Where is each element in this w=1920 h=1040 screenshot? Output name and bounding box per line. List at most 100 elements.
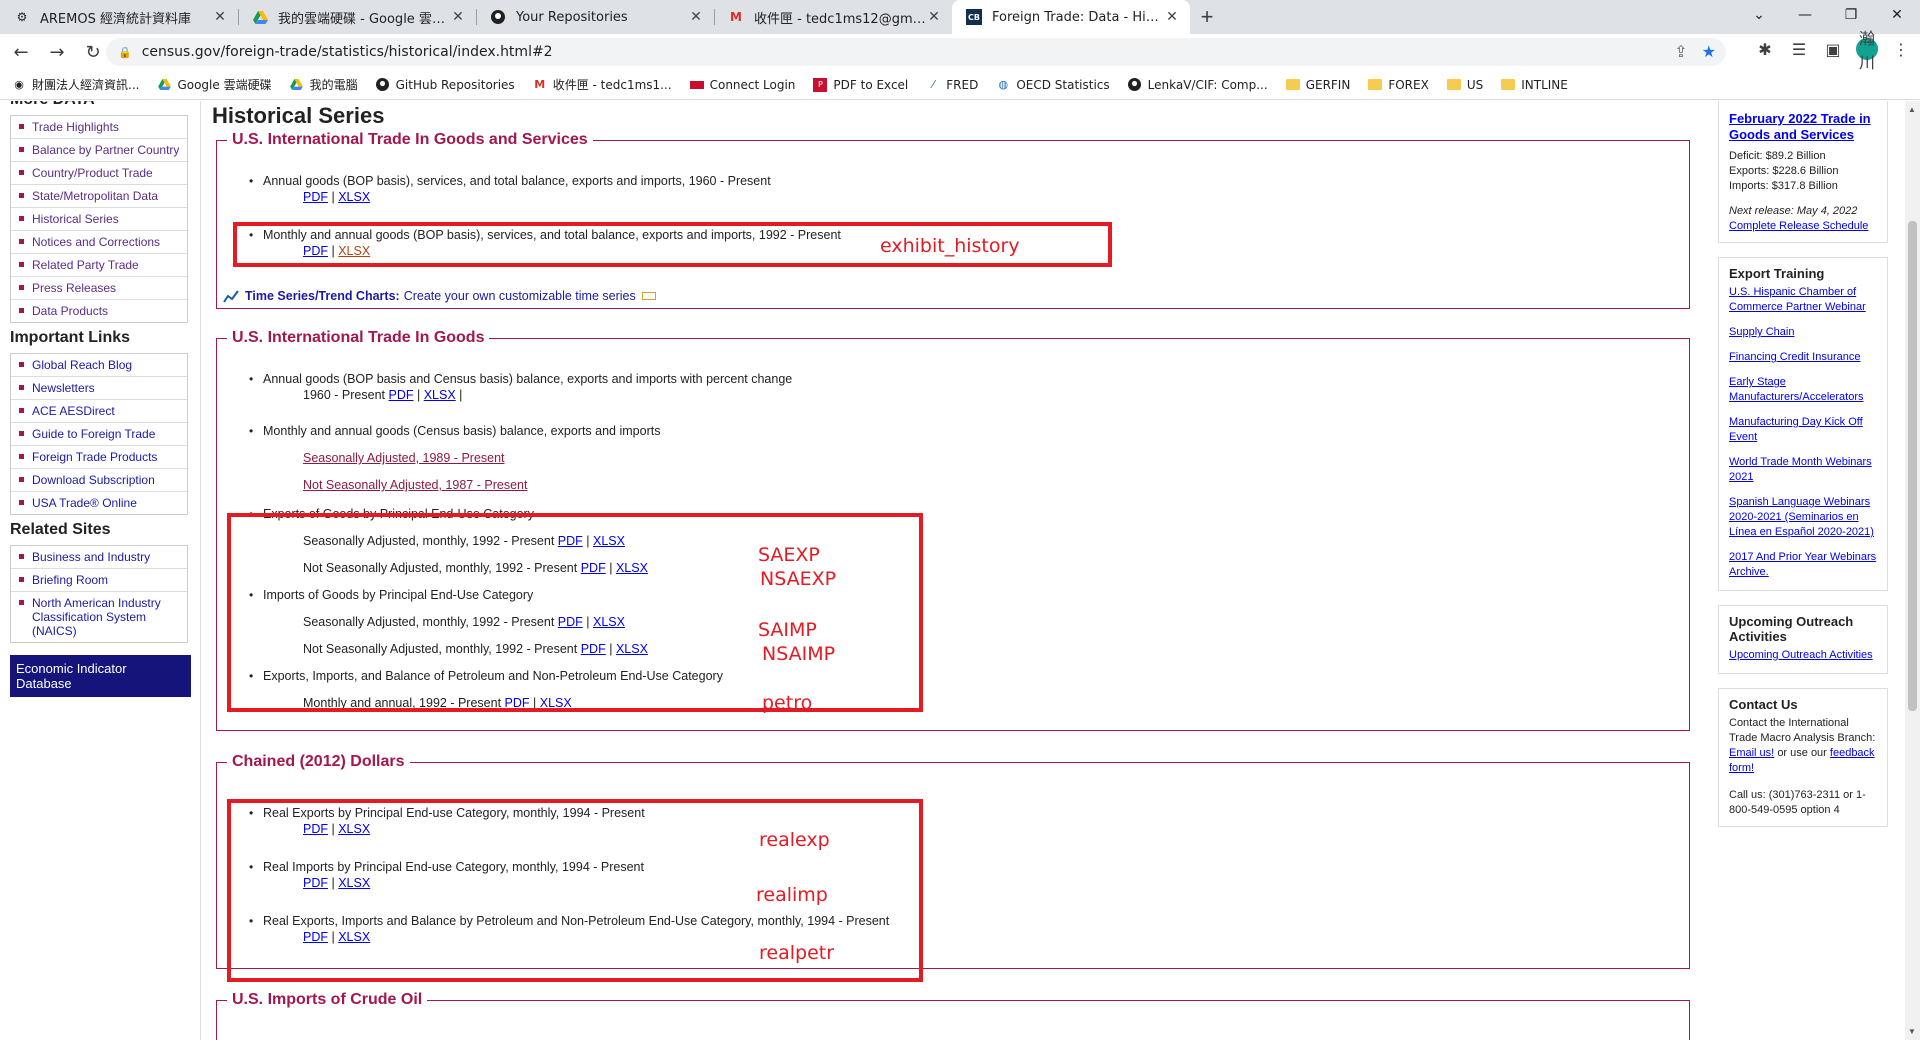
bookmark-star-icon[interactable]: ★ [1702,42,1716,62]
tab-foreign-trade[interactable]: CB Foreign Trade: Data - Historical ✕ [952,0,1190,34]
sidebar-item[interactable]: North American Industry Classification S… [11,592,187,642]
bookmark-item[interactable]: GitHub Repositories [376,78,515,92]
training-link[interactable]: Manufacturing Day Kick Off Event [1729,415,1877,445]
reading-list-icon[interactable]: ☰ [1788,40,1810,59]
bookmark-item[interactable]: M 收件匣 - tedc1ms1... [533,76,671,93]
sidebar-item[interactable]: Guide to Foreign Trade [11,423,187,446]
bookmark-item[interactable]: P PDF to Excel [813,77,908,92]
list-item: Annual goods (BOP basis and Census basis… [217,371,1689,387]
sidebar-item[interactable]: ACE AESDirect [11,400,187,423]
sidebar-item[interactable]: Historical Series [11,208,187,231]
tab-search-icon[interactable]: ⌄ [1736,0,1782,30]
bullet-icon [19,477,24,482]
bullet-icon [19,216,24,221]
close-icon[interactable]: ✕ [1164,9,1180,25]
pdf-link[interactable]: PDF [303,190,328,204]
annotation-label: petro [762,692,813,714]
sidebar-item[interactable]: USA Trade® Online [11,492,187,514]
menu-icon[interactable]: ⋮ [1890,40,1912,59]
address-bar[interactable]: 🔒 census.gov/foreign-trade/statistics/hi… [106,38,1726,66]
bookmark-folder[interactable]: US [1446,78,1483,92]
training-link[interactable]: Financing Credit Insurance [1729,350,1877,365]
sidebar-item[interactable]: Briefing Room [11,569,187,592]
sidebar-item[interactable]: State/Metropolitan Data [11,185,187,208]
close-icon[interactable]: ✕ [212,9,228,25]
tab-gmail[interactable]: M 收件匣 - tedc1ms12@gmail.com ✕ [714,0,952,34]
close-window-icon[interactable]: ✕ [1874,0,1920,30]
census-icon: CB [966,9,982,25]
sidebar-item[interactable]: Business and Industry [11,546,187,569]
bookmark-item[interactable]: ⁄ FRED [926,78,978,92]
avatar[interactable]: 瀚川 [1856,29,1878,72]
training-link[interactable]: 2017 And Prior Year Webinars Archive. [1729,550,1877,580]
sidebar-item[interactable]: Global Reach Blog [11,354,187,377]
share-icon[interactable]: ⇪ [1674,42,1687,62]
bookmark-folder[interactable]: GERFIN [1285,78,1350,92]
sidebar-item[interactable]: Press Releases [11,277,187,300]
sidebar-item[interactable]: Notices and Corrections [11,231,187,254]
sidebar-item[interactable]: Balance by Partner Country [11,139,187,162]
back-icon[interactable]: ← [6,37,36,67]
sidebar-item[interactable]: Foreign Trade Products [11,446,187,469]
bookmark-item[interactable]: LenkaV/CIF: Comp... [1128,78,1268,92]
training-link[interactable]: Spanish Language Webinars 2020-2021 (Sem… [1729,495,1877,540]
page-scrollbar[interactable]: ▲ ▼ [1905,101,1920,1040]
section-crude-oil: U.S. Imports of Crude Oil [216,991,1690,1040]
bullet-icon [19,170,24,175]
forward-icon[interactable]: → [42,37,72,67]
outreach-box: Upcoming Outreach Activities Upcoming Ou… [1718,605,1888,674]
training-link[interactable]: U.S. Hispanic Chamber of Commerce Partne… [1729,285,1877,315]
bookmark-folder[interactable]: FOREX [1368,78,1429,92]
section-goods-and-services: U.S. International Trade In Goods and Se… [216,131,1690,309]
sidebar-item[interactable]: Data Products [11,300,187,322]
side-panel-icon[interactable]: ▣ [1822,40,1844,59]
scroll-down-icon[interactable]: ▼ [1908,1027,1916,1036]
section-legend: U.S. International Trade In Goods [232,329,485,346]
not-seasonally-adjusted-link[interactable]: Not Seasonally Adjusted, 1987 - Present [303,478,527,492]
training-link[interactable]: Early Stage Manufacturers/Accelerators [1729,375,1877,405]
new-tab-button[interactable]: + [1190,0,1224,34]
training-link[interactable]: Supply Chain [1729,325,1877,340]
time-series-link[interactable]: Time Series/Trend Charts: Create your ow… [217,289,1689,303]
bookmark-item[interactable]: ◉ 財團法人經濟資訊... [12,76,139,93]
sidebar-item[interactable]: Trade Highlights [11,116,187,139]
seasonally-adjusted-link[interactable]: Seasonally Adjusted, 1989 - Present [303,451,505,465]
sidebar-item[interactable]: Country/Product Trade [11,162,187,185]
bullet-icon [19,239,24,244]
scrollbar-thumb[interactable] [1908,221,1917,711]
bookmark-item[interactable]: Google 雲端硬碟 [157,76,272,93]
xlsx-link[interactable]: XLSX [424,388,456,402]
bookmark-item[interactable]: ◍ OECD Statistics [996,78,1110,92]
email-link[interactable]: Email us! [1729,747,1774,759]
bookmark-item[interactable]: 我的電腦 [290,76,358,93]
sidebar-item[interactable]: Download Subscription [11,469,187,492]
minimize-icon[interactable]: — [1782,0,1828,30]
pdf-link[interactable]: PDF [388,388,413,402]
training-link[interactable]: World Trade Month Webinars 2021 [1729,455,1877,485]
export-training-box: Export Training U.S. Hispanic Chamber of… [1718,257,1888,591]
release-title-link[interactable]: February 2022 Trade in Goods and Service… [1729,111,1877,143]
xlsx-link[interactable]: XLSX [338,190,370,204]
deficit-value: Deficit: $89.2 Billion [1729,150,1826,162]
sidebar-item[interactable]: Newsletters [11,377,187,400]
bookmarks-bar: ◉ 財團法人經濟資訊... Google 雲端硬碟 我的電腦 GitHub Rep… [0,70,1920,100]
tab-github[interactable]: Your Repositories ✕ [476,0,714,34]
economic-indicator-database-button[interactable]: Economic Indicator Database [10,655,191,697]
release-schedule-link[interactable]: Complete Release Schedule [1729,219,1877,234]
annotation-label: NSAIMP [762,643,836,665]
extensions-icon[interactable]: ✱ [1754,40,1776,59]
outreach-link[interactable]: Upcoming Outreach Activities [1729,648,1877,663]
bookmark-folder[interactable]: INTLINE [1501,78,1568,92]
tab-google-drive[interactable]: 我的雲端硬碟 - Google 雲端硬碟 ✕ [238,0,476,34]
bookmark-item[interactable]: Connect Login [689,78,795,92]
close-icon[interactable]: ✕ [688,9,704,25]
sidebar-item[interactable]: Related Party Trade [11,254,187,277]
close-icon[interactable]: ✕ [926,9,942,25]
close-icon[interactable]: ✕ [450,9,466,25]
url-text[interactable]: census.gov/foreign-trade/statistics/hist… [142,44,553,60]
exports-value: Exports: $228.6 Billion [1729,165,1839,177]
lock-icon[interactable]: 🔒 [118,46,132,59]
reload-icon[interactable]: ↻ [78,37,108,67]
tab-aremos[interactable]: ⚙ AREMOS 經濟統計資料庫 ✕ [0,0,238,34]
scroll-up-icon[interactable]: ▲ [1908,105,1916,114]
